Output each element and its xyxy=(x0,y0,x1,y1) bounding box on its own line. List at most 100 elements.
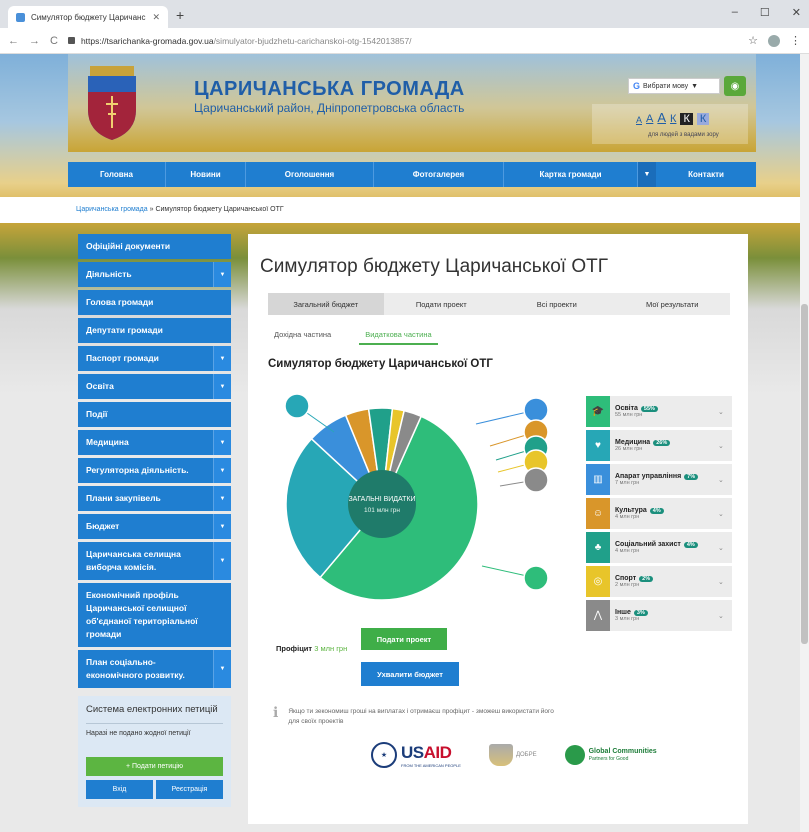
sidebar-item[interactable]: План соціально-економічного розвитку. ▼ xyxy=(78,650,231,688)
chevron-down-icon[interactable]: ▼ xyxy=(213,458,231,483)
legend-item[interactable]: 🎓 Освіта 55% 55 млн грн ⌄ xyxy=(586,396,732,427)
login-button[interactable]: Вхід xyxy=(86,780,153,799)
nav-news[interactable]: Новини xyxy=(166,162,246,187)
legend-item[interactable]: ⋀ Інше 3% 3 млн грн ⌄ xyxy=(586,600,732,631)
sidebar-item-label: Царичанська селищна виборча комісія. xyxy=(86,549,181,572)
subtab-expenses[interactable]: Видаткова частина xyxy=(359,330,438,345)
chevron-down-icon[interactable]: ⌄ xyxy=(718,510,732,518)
url-field[interactable]: https://tsarichanka-gromada.gov.ua/simul… xyxy=(67,32,738,50)
sidebar-item[interactable]: Події xyxy=(78,402,231,427)
contrast-blue-link[interactable]: К xyxy=(696,113,710,125)
contrast-normal-link[interactable]: К xyxy=(670,113,676,125)
medicine-callout-icon[interactable] xyxy=(284,393,310,419)
sidebar-item[interactable]: Голова громади xyxy=(78,290,231,315)
minimize-icon[interactable]: – xyxy=(732,6,738,19)
nav-contacts[interactable]: Контакти xyxy=(656,162,756,187)
approve-budget-button[interactable]: Ухвалити бюджет xyxy=(361,662,459,686)
sidebar-item[interactable]: Бюджет ▼ xyxy=(78,514,231,539)
legend-item[interactable]: ♣ Соціальний захист 4% 4 млн грн ⌄ xyxy=(586,532,732,563)
legend-percent-badge: 55% xyxy=(640,405,658,412)
education-callout-icon[interactable] xyxy=(523,565,549,591)
sidebar-item[interactable]: Діяльність ▼ xyxy=(78,262,231,287)
chevron-down-icon[interactable]: ▼ xyxy=(213,542,231,580)
lock-icon xyxy=(67,37,75,44)
legend-item[interactable]: ♥ Медицина 26% 26 млн грн ⌄ xyxy=(586,430,732,461)
chevron-down-icon[interactable]: ▼ xyxy=(213,650,231,688)
site-title[interactable]: ЦАРИЧАНСЬКА ГРОМАДА xyxy=(194,78,465,101)
close-window-icon[interactable]: ✕ xyxy=(792,6,801,19)
legend-item[interactable]: ☺ Культура 4% 4 млн грн ⌄ xyxy=(586,498,732,529)
budget-tabs: Загальний бюджет Подати проект Всі проек… xyxy=(268,293,730,315)
tab-my-results[interactable]: Мої результати xyxy=(615,293,731,315)
window-controls: – ☐ ✕ xyxy=(732,6,801,19)
profit-value: 3 млн грн xyxy=(314,644,348,653)
chevron-down-icon[interactable]: ▼ xyxy=(213,514,231,539)
sidebar-item-label: Регуляторна діяльність. xyxy=(86,465,189,475)
legend-item[interactable]: ◎ Спорт 2% 2 млн грн ⌄ xyxy=(586,566,732,597)
language-select[interactable]: G Вибрати мову ▼ xyxy=(628,78,720,94)
back-icon[interactable]: ← xyxy=(8,35,19,47)
maximize-icon[interactable]: ☐ xyxy=(760,6,770,19)
tab-submit-project[interactable]: Подати проект xyxy=(384,293,500,315)
tab-all-projects[interactable]: Всі проекти xyxy=(499,293,615,315)
font-size-medium-link[interactable]: А xyxy=(646,113,653,125)
sidebar-item[interactable]: Царичанська селищна виборча комісія. ▼ xyxy=(78,542,231,580)
legend-text: Апарат управління 7% 7 млн грн xyxy=(610,473,718,486)
chevron-down-icon[interactable]: ▼ xyxy=(213,346,231,371)
coat-of-arms-icon[interactable] xyxy=(82,62,142,142)
browser-tab[interactable]: Симулятор бюджету Царичансь ✕ xyxy=(8,6,168,28)
administration-callout-icon[interactable] xyxy=(523,397,549,423)
nav-gallery[interactable]: Фотогалерея xyxy=(374,162,504,187)
font-size-large-link[interactable]: А xyxy=(657,110,666,125)
info-icon: ℹ xyxy=(273,704,279,720)
nav-community-card[interactable]: Картка громади xyxy=(504,162,638,187)
font-size-small-link[interactable]: А xyxy=(636,115,642,125)
reload-icon[interactable]: C xyxy=(50,35,58,47)
submit-petition-button[interactable]: + Подати петицію xyxy=(86,757,223,776)
chevron-down-icon[interactable]: ⌄ xyxy=(718,578,732,586)
nav-announcements[interactable]: Оголошення xyxy=(246,162,374,187)
sidebar-item[interactable]: Економічний профіль Царичанської селищно… xyxy=(78,583,231,647)
scrollbar-thumb[interactable] xyxy=(801,304,808,644)
sidebar-item[interactable]: Плани закупівель ▼ xyxy=(78,486,231,511)
legend-text: Медицина 26% 26 млн грн xyxy=(610,439,718,452)
other-callout-icon[interactable] xyxy=(523,467,549,493)
sidebar-item[interactable]: Паспорт громади ▼ xyxy=(78,346,231,371)
chevron-down-icon[interactable]: ▼ xyxy=(213,430,231,455)
tab-overall-budget[interactable]: Загальний бюджет xyxy=(268,293,384,315)
chevron-down-icon[interactable]: ▼ xyxy=(213,262,231,287)
new-tab-icon[interactable]: + xyxy=(176,7,184,23)
chevron-down-icon[interactable]: ⌄ xyxy=(718,544,732,552)
sidebar-item[interactable]: Регуляторна діяльність. ▼ xyxy=(78,458,231,483)
chevron-down-icon[interactable]: ▼ xyxy=(213,486,231,511)
sidebar-item[interactable]: Медицина ▼ xyxy=(78,430,231,455)
legend-item[interactable]: ▥ Апарат управління 7% 7 млн грн ⌄ xyxy=(586,464,732,495)
register-button[interactable]: Реєстрація xyxy=(156,780,223,799)
legend-amount: 3 млн грн xyxy=(615,616,640,622)
chevron-down-icon[interactable]: ⌄ xyxy=(718,408,732,416)
sidebar-item[interactable]: Депутати громади xyxy=(78,318,231,343)
chevron-down-icon[interactable]: ⌄ xyxy=(718,476,732,484)
bookmark-star-icon[interactable]: ☆ xyxy=(748,34,758,47)
chevron-down-icon[interactable]: ⌄ xyxy=(718,442,732,450)
nav-home[interactable]: Головна xyxy=(68,162,166,187)
usaid-word-us: US xyxy=(401,742,424,762)
page-scrollbar[interactable] xyxy=(800,54,809,832)
contrast-dark-link[interactable]: К xyxy=(680,113,693,125)
forward-icon[interactable]: → xyxy=(29,35,40,47)
accessibility-note: для людей з вадами зору xyxy=(648,132,719,138)
chevron-down-icon[interactable]: ▼ xyxy=(213,374,231,399)
main-content: Симулятор бюджету Царичанської ОТГ Загал… xyxy=(248,234,748,824)
rss-icon[interactable]: ◉ xyxy=(724,76,746,96)
legend-amount: 4 млн грн xyxy=(615,548,640,554)
submit-project-button[interactable]: Подати проект xyxy=(361,628,447,650)
chevron-down-icon[interactable]: ⌄ xyxy=(718,612,732,620)
profile-avatar-icon[interactable] xyxy=(768,34,780,47)
subtab-revenue[interactable]: Дохідна частина xyxy=(268,330,337,345)
breadcrumb-home-link[interactable]: Царичанська громада xyxy=(76,206,148,213)
nav-community-dropdown-icon[interactable]: ▼ xyxy=(638,162,656,187)
close-tab-icon[interactable]: ✕ xyxy=(152,12,160,23)
sidebar-item[interactable]: Освіта ▼ xyxy=(78,374,231,399)
browser-menu-icon[interactable]: ⋮ xyxy=(790,34,801,47)
sidebar-item[interactable]: Офіційні документи xyxy=(78,234,231,259)
